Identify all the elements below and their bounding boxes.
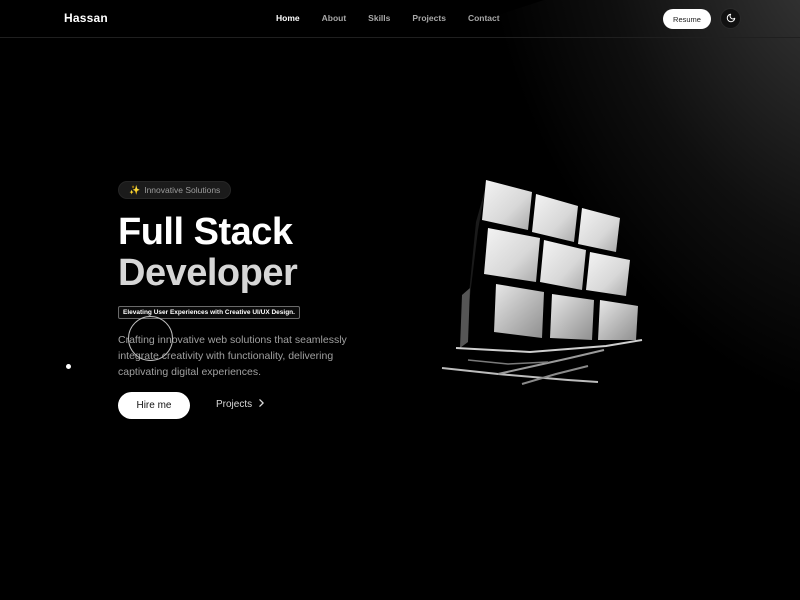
chevron-right-icon — [258, 399, 265, 410]
projects-link[interactable]: Projects — [216, 399, 265, 410]
nav-projects[interactable]: Projects — [412, 13, 446, 23]
hero-title-line1: Full Stack — [118, 211, 293, 253]
page: Hassan Home About Skills Projects Contac… — [0, 0, 800, 600]
nav-skills[interactable]: Skills — [368, 13, 390, 23]
logo[interactable]: Hassan — [64, 11, 108, 25]
innovative-solutions-badge: ✨ Innovative Solutions — [118, 181, 232, 199]
nav-about[interactable]: About — [322, 13, 347, 23]
theme-toggle-button[interactable] — [720, 8, 741, 29]
cursor-dot — [66, 364, 71, 369]
moon-icon — [726, 11, 736, 26]
sparkle-icon: ✨ — [129, 184, 141, 195]
hero-title-line2: Developer — [118, 252, 298, 294]
hire-me-button[interactable]: Hire me — [118, 392, 190, 419]
resume-button[interactable]: Resume — [663, 9, 711, 29]
main-nav: Home About Skills Projects Contact — [276, 13, 522, 23]
site-header: Hassan Home About Skills Projects Contac… — [0, 0, 800, 38]
cursor-ring — [128, 316, 173, 361]
rubiks-cube-image — [438, 170, 658, 400]
nav-home[interactable]: Home — [276, 13, 300, 23]
hero-title: Full Stack Developer — [118, 211, 298, 294]
badge-label: Innovative Solutions — [144, 185, 221, 195]
projects-link-label: Projects — [216, 399, 253, 410]
nav-contact[interactable]: Contact — [468, 13, 500, 23]
